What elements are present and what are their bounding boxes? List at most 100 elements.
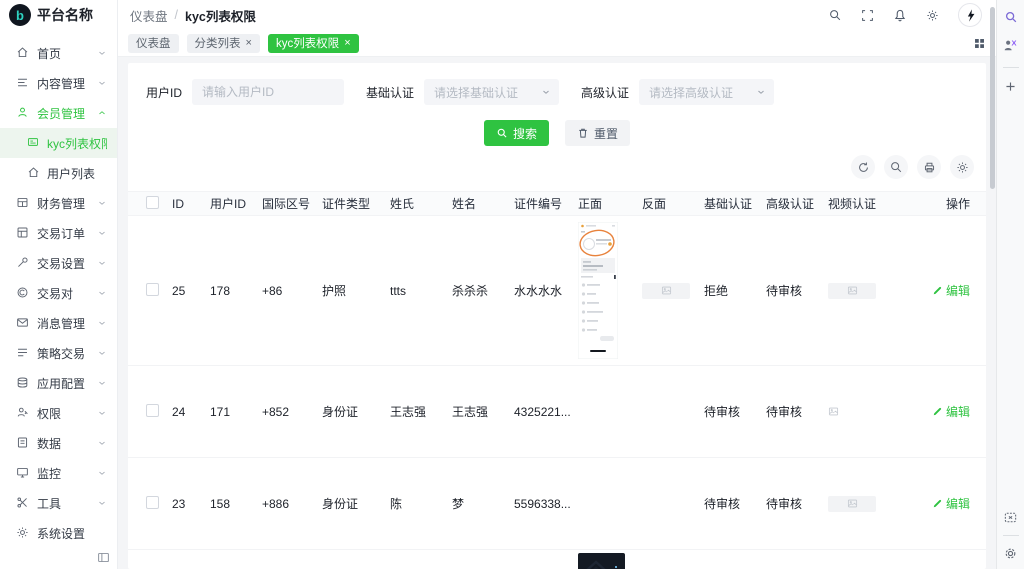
edit-button[interactable]: 编辑 <box>932 282 970 299</box>
sidebar-item-kyc列表权限[interactable]: kyc列表权限 <box>0 128 117 158</box>
sidebar-item-应用配置[interactable]: 应用配置 <box>0 368 117 398</box>
column-header: 视频认证 <box>828 197 877 211</box>
sidebar-item-交易对[interactable]: 交易对 <box>0 278 117 308</box>
basic-auth-select[interactable]: 请选择基础认证 <box>424 79 560 105</box>
table-row: 24 171 +852 身份证 王志强 王志强 4325221... 待审核 待审核 编辑 <box>128 366 986 458</box>
sidebar-item-label: 交易设置 <box>37 256 86 271</box>
column-header: 姓名 <box>452 197 477 211</box>
header-actions <box>828 3 982 27</box>
tab-kyc列表权限[interactable]: kyc列表权限 × <box>267 33 359 53</box>
tab-仪表盘[interactable]: 仪表盘 <box>128 33 179 53</box>
sidebar-item-财务管理[interactable]: 财务管理 <box>0 188 117 218</box>
app-logo[interactable]: b 平台名称 <box>0 0 117 30</box>
chevron-down-icon <box>97 228 107 238</box>
table-gear-button[interactable] <box>950 155 974 179</box>
page-scrollbar[interactable] <box>990 7 995 189</box>
sidebar-item-首页[interactable]: 首页 <box>0 38 117 68</box>
fullscreen-icon[interactable] <box>861 9 874 22</box>
table-refresh-button[interactable] <box>851 155 875 179</box>
cell-advanced-auth-status: 待审核 <box>766 405 803 419</box>
sidebar-item-交易订单[interactable]: 交易订单 <box>0 218 117 248</box>
chevron-down-icon <box>97 198 107 208</box>
tab-close-icon[interactable]: × <box>344 37 350 49</box>
tab-分类列表[interactable]: 分类列表 × <box>186 33 260 53</box>
chevron-down-icon <box>541 87 551 97</box>
cell-actions: 编辑 <box>890 282 976 299</box>
chevron-down-icon <box>756 87 766 97</box>
edit-button-label: 编辑 <box>945 284 970 298</box>
advanced-auth-select[interactable]: 请选择高级认证 <box>639 79 775 105</box>
sidebar-item-消息管理[interactable]: 消息管理 <box>0 308 117 338</box>
sidebar-item-label: 交易订单 <box>37 226 86 241</box>
content-area: 用户ID 基础认证 请选择基础认证 高级认证 请选择高级认证 <box>118 57 996 569</box>
breadcrumb-root[interactable]: 仪表盘 <box>130 6 168 25</box>
sidebar-collapse-icon[interactable] <box>97 551 110 564</box>
table-row: 23 158 +886 身份证 陈 梦 5596338... 待审核 待审核 编辑 <box>128 458 986 550</box>
search-button[interactable]: 搜索 <box>483 120 549 146</box>
strip-add-icon[interactable] <box>1004 80 1017 93</box>
select-all-checkbox[interactable] <box>146 195 159 209</box>
user-avatar[interactable] <box>958 3 982 27</box>
sidebar-item-系统设置[interactable]: 系统设置 <box>0 518 117 548</box>
strip-settings-icon[interactable] <box>1003 546 1018 561</box>
table-header: ID 用户ID 国际区号 证件类型 姓氏 姓名 证件编号 正面 反面 基础认证 高级认证 视频认证 操作 <box>128 191 986 216</box>
bank-icon <box>16 196 30 210</box>
cell-actions: 编辑 <box>890 495 976 512</box>
sidebar-item-监控[interactable]: 监控 <box>0 458 117 488</box>
svg-text:X: X <box>1011 39 1016 48</box>
front-id-photo[interactable]: d <box>578 553 625 569</box>
sidebar-item-工具[interactable]: 工具 <box>0 488 117 518</box>
sidebar-item-内容管理[interactable]: 内容管理 <box>0 68 117 98</box>
sidebar-item-权限[interactable]: 权限 <box>0 398 117 428</box>
cell-video-auth <box>828 495 890 512</box>
sidebar-item-会员管理[interactable]: 会员管理 <box>0 98 117 128</box>
sidebar-item-交易设置[interactable]: 交易设置 <box>0 248 117 278</box>
bell-icon[interactable] <box>893 8 907 22</box>
tab-list-grid-icon[interactable] <box>973 37 986 50</box>
image-placeholder <box>828 495 876 512</box>
table-printer-button[interactable] <box>917 155 941 179</box>
chevron-down-icon <box>97 48 107 58</box>
sidebar-submenu: kyc列表权限 用户列表 <box>0 128 117 188</box>
sidebar-item-label: 会员管理 <box>37 106 86 121</box>
user-id-input[interactable] <box>192 79 345 105</box>
strip-search-icon[interactable] <box>1004 10 1018 24</box>
app-window: b 平台名称 首页 内容管理会员管理 kyc列表权限 用户列表 财务管理交易订单交易设置… <box>0 0 1024 569</box>
cell-doc-type: 护照 <box>322 284 347 298</box>
sidebar-item-策略交易[interactable]: 策略交易 <box>0 338 117 368</box>
sidebar-item-用户列表[interactable]: 用户列表 <box>0 158 117 188</box>
cell-actions: 编辑 <box>890 403 976 420</box>
strip-divider <box>1002 535 1019 536</box>
gear-icon[interactable] <box>926 9 939 22</box>
cell-first-name: 梦 <box>452 497 465 511</box>
sidebar-item-label: 数据 <box>37 436 62 451</box>
tab-close-icon[interactable]: × <box>246 37 252 49</box>
strip-capture-icon[interactable] <box>1003 510 1018 525</box>
sidebar-item-数据[interactable]: 数据 <box>0 428 117 458</box>
basic-auth-label: 基础认证 <box>366 85 415 100</box>
front-id-photo[interactable] <box>578 222 618 359</box>
cell-id: 25 <box>172 283 186 298</box>
strip-translate-icon[interactable]: X <box>1003 38 1018 53</box>
cell-doc-number: 4325221... <box>514 404 571 419</box>
column-header: 反面 <box>642 197 667 211</box>
row-checkbox[interactable] <box>146 403 159 417</box>
edit-button[interactable]: 编辑 <box>932 495 970 512</box>
table-search-button[interactable] <box>884 155 908 179</box>
breadcrumb-separator: / <box>174 8 178 22</box>
reset-button[interactable]: 重置 <box>565 120 631 146</box>
cell-area-code: +86 <box>262 283 283 298</box>
cell-basic-auth-status: 待审核 <box>704 405 741 419</box>
row-checkbox[interactable] <box>146 495 159 509</box>
edit-button[interactable]: 编辑 <box>932 403 970 420</box>
search-icon[interactable] <box>828 8 842 22</box>
gear-icon <box>16 526 30 540</box>
breadcrumb: 仪表盘 / kyc列表权限 <box>130 6 256 25</box>
list-icon <box>16 76 30 90</box>
chevron-down-icon <box>97 498 107 508</box>
orders-icon <box>16 226 30 240</box>
sidebar-item-label: 策略交易 <box>37 346 86 361</box>
row-checkbox[interactable] <box>146 282 159 296</box>
cell-last-name: 王志强 <box>390 405 427 419</box>
edit-button-label: 编辑 <box>945 497 970 511</box>
